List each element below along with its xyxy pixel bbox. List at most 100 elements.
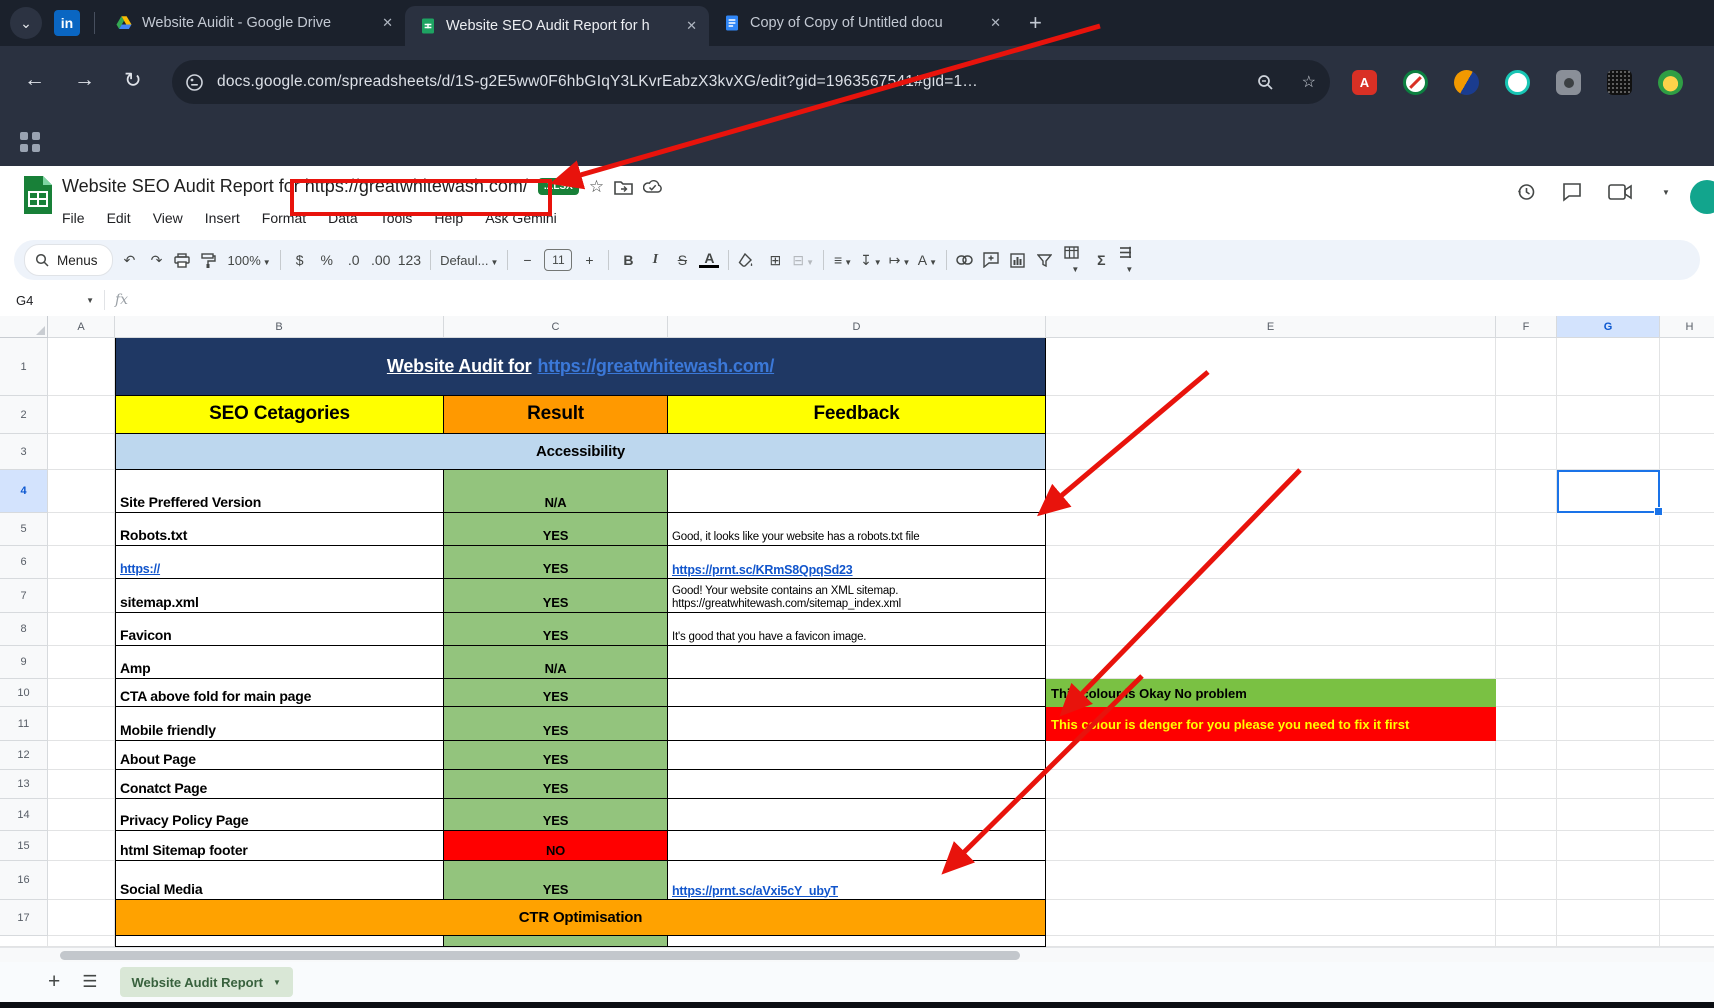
cell-feedback[interactable] (668, 741, 1046, 770)
redo-icon[interactable]: ↷ (147, 252, 167, 269)
row-header-3[interactable]: 3 (0, 434, 48, 470)
font-size-input[interactable]: 11 (544, 249, 572, 271)
grid-cell[interactable] (48, 679, 115, 707)
cell-feedback[interactable] (668, 831, 1046, 861)
name-box[interactable]: G4 ▼ (0, 293, 94, 308)
grid-cell[interactable] (1496, 799, 1557, 831)
version-history-icon[interactable] (1516, 182, 1536, 202)
cell-label[interactable]: Privacy Policy Page (115, 799, 444, 831)
vertical-align-icon[interactable]: ↧▼ (860, 252, 882, 269)
grid-cell[interactable] (1046, 470, 1496, 513)
grid-cell[interactable] (1496, 546, 1557, 579)
font-size-increase[interactable]: + (579, 252, 599, 268)
cell-banner-title[interactable]: Website Audit for https://greatwhitewash… (115, 338, 1046, 396)
strikethrough-button[interactable]: S (672, 252, 692, 268)
cell-feedback[interactable]: Good, it looks like your website has a r… (668, 513, 1046, 546)
grid-cell[interactable] (1046, 831, 1496, 861)
undo-icon[interactable]: ↶ (120, 252, 140, 269)
grid-cell[interactable] (1496, 579, 1557, 613)
cell-feedback-link[interactable]: https://prnt.sc/KRmS8QpqSd23 (668, 546, 1046, 579)
col-header-g[interactable]: G (1557, 316, 1660, 338)
grid-cell[interactable] (48, 434, 115, 470)
decrease-decimals-button[interactable]: .0 (344, 252, 364, 268)
grid-cell[interactable] (48, 936, 115, 947)
row-header-2[interactable]: 2 (0, 396, 48, 434)
share-button-cut[interactable] (1690, 180, 1714, 214)
grid-cell[interactable] (1496, 338, 1557, 396)
cell-label[interactable]: About Page (115, 741, 444, 770)
selected-cell-g4[interactable] (1557, 470, 1660, 513)
grid-cell[interactable] (1660, 900, 1714, 936)
increase-decimals-button[interactable]: .00 (371, 252, 391, 268)
menu-data[interactable]: Data (328, 210, 358, 226)
grid-cell[interactable] (1557, 646, 1660, 679)
grid-cell[interactable] (1557, 831, 1660, 861)
fill-color-icon[interactable] (738, 253, 758, 268)
cell-header-categories[interactable]: SEO Cetagories (115, 396, 444, 434)
row-header-8[interactable]: 8 (0, 613, 48, 646)
grid-cell[interactable] (1557, 434, 1660, 470)
grid-cell[interactable] (1557, 861, 1660, 900)
grid-cell[interactable] (1496, 646, 1557, 679)
extension-camera-icon[interactable] (1556, 70, 1581, 95)
grid-cell[interactable] (1046, 396, 1496, 434)
grid-cell[interactable] (48, 646, 115, 679)
grid-cell[interactable] (1557, 900, 1660, 936)
menu-ask-gemini[interactable]: Ask Gemini (485, 210, 557, 226)
pinned-tab-linkedin[interactable]: in (54, 10, 80, 36)
grid-cell[interactable] (1660, 546, 1714, 579)
insert-chart-icon[interactable] (1010, 253, 1030, 268)
tab-google-drive[interactable]: Website Auidit - Google Drive ✕ (101, 0, 405, 46)
comments-icon[interactable] (1562, 182, 1582, 202)
row-header-9[interactable]: 9 (0, 646, 48, 679)
cell-partial-result[interactable] (444, 936, 668, 947)
row-header-13[interactable]: 13 (0, 770, 48, 799)
grid-cell[interactable] (1046, 861, 1496, 900)
cell-header-result[interactable]: Result (444, 396, 668, 434)
menu-tools[interactable]: Tools (380, 210, 413, 226)
grid-cell[interactable] (1557, 513, 1660, 546)
cell-label[interactable]: html Sitemap footer (115, 831, 444, 861)
horizontal-align-icon[interactable]: ≡▼ (833, 252, 853, 268)
grid-cell[interactable] (1046, 579, 1496, 613)
row-header-1[interactable]: 1 (0, 338, 48, 396)
grid-cell[interactable] (1557, 707, 1660, 741)
grid-cell[interactable] (1557, 770, 1660, 799)
cell-result[interactable]: YES (444, 741, 668, 770)
cell-result[interactable]: YES (444, 770, 668, 799)
row-header-4[interactable]: 4 (0, 470, 48, 513)
row-header-5[interactable]: 5 (0, 513, 48, 546)
banner-url-link[interactable]: https://greatwhitewash.com/ (537, 356, 774, 377)
fill-handle[interactable] (1654, 507, 1663, 516)
extension-grammar-icon[interactable] (1505, 70, 1530, 95)
cell-label[interactable]: sitemap.xml (115, 579, 444, 613)
italic-button[interactable]: I (645, 252, 665, 268)
forward-button[interactable]: → (74, 68, 95, 92)
font-size-decrease[interactable]: − (517, 252, 537, 268)
tab-search-chevron-icon[interactable]: ⌄ (10, 7, 42, 39)
cell-feedback[interactable] (668, 707, 1046, 741)
borders-icon[interactable]: ⊞ (765, 252, 785, 269)
grid-cell[interactable] (1660, 679, 1714, 707)
sheet-tab-active[interactable]: Website Audit Report ▼ (120, 967, 293, 997)
grid-cell[interactable] (48, 770, 115, 799)
grid-cell[interactable] (48, 470, 115, 513)
grid-cell[interactable] (1557, 741, 1660, 770)
col-header-e[interactable]: E (1046, 316, 1496, 338)
currency-button[interactable]: $ (290, 252, 310, 268)
row-header-12[interactable]: 12 (0, 741, 48, 770)
grid-cell[interactable] (1046, 936, 1496, 947)
star-document-icon[interactable]: ☆ (589, 177, 604, 197)
tab-sheets-active[interactable]: Website SEO Audit Report for h ✕ (405, 6, 709, 46)
print-icon[interactable] (174, 253, 194, 268)
grid-cell[interactable] (1046, 613, 1496, 646)
grid-cell[interactable] (1660, 338, 1714, 396)
cell-result[interactable]: YES (444, 579, 668, 613)
grid-cell[interactable] (1557, 338, 1660, 396)
grid-cell[interactable] (1660, 434, 1714, 470)
menu-file[interactable]: File (62, 210, 85, 226)
grid-cell[interactable] (1046, 434, 1496, 470)
cell-result[interactable]: N/A (444, 470, 668, 513)
grid-cell[interactable] (1660, 741, 1714, 770)
scrollbar-thumb[interactable] (60, 951, 1020, 960)
